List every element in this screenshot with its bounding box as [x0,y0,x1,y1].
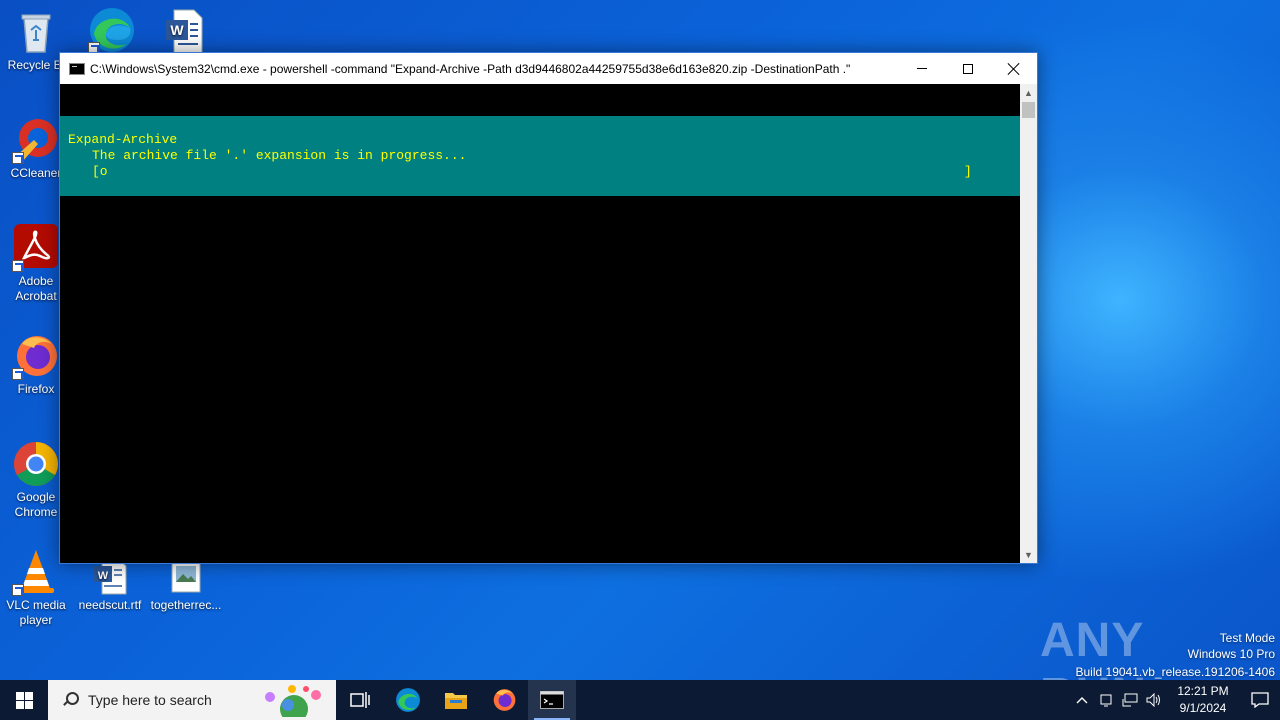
window-titlebar[interactable]: C:\Windows\System32\cmd.exe - powershell… [60,53,1037,84]
desktop-icon-label: togetherrec... [150,598,222,612]
search-icon [62,692,79,708]
search-placeholder: Type here to search [88,692,212,708]
console-output[interactable]: Expand-Archive The archive file '.' expa… [60,84,1020,563]
clock-date: 9/1/2024 [1179,701,1227,715]
tray-device-icon[interactable] [1094,680,1118,720]
windows-edition-label: Windows 10 Pro [1187,647,1275,661]
desktop-icon-needscut-rtf[interactable]: W needscut.rtf [74,558,146,613]
taskbar-file-explorer[interactable] [432,680,480,720]
notification-icon [1251,692,1269,708]
task-view-icon [350,692,370,708]
folder-icon [445,693,467,709]
desktop-icon-togetherrec[interactable]: togetherrec... [150,558,222,613]
console-window[interactable]: C:\Windows\System32\cmd.exe - powershell… [59,52,1038,564]
word-document-icon: W [160,8,208,56]
progress-title: Expand-Archive [68,132,178,147]
maximize-icon [963,63,973,74]
maximize-button[interactable] [945,53,991,84]
firefox-icon [493,689,516,711]
console-app-icon [69,62,85,75]
ccleaner-icon [12,116,60,164]
desktop-icon-edge[interactable] [76,6,148,56]
desktop-icon-label: needscut.rtf [78,598,142,612]
start-button[interactable] [0,680,48,720]
search-highlight-icon [265,685,321,717]
system-tray: 12:21 PM 9/1/2024 [1070,680,1280,720]
window-title: C:\Windows\System32\cmd.exe - powershell… [90,61,851,76]
progress-bar-end: ] [964,164,972,179]
taskbar-clock[interactable]: 12:21 PM 9/1/2024 [1166,683,1240,717]
shortcut-arrow-icon [12,368,24,380]
taskbar-firefox[interactable] [480,680,528,720]
taskbar: Type here to search 12:21 PM 9/1/2024 [0,680,1280,720]
clock-time: 12:21 PM [1177,684,1229,698]
network-icon[interactable] [1118,680,1142,720]
vlc-cone-icon [12,548,60,596]
progress-bar-start: [o [92,164,108,179]
close-button[interactable] [991,53,1037,84]
taskbar-task-view[interactable] [336,680,384,720]
tray-overflow-chevron-icon[interactable] [1070,680,1094,720]
shortcut-arrow-icon [12,152,24,164]
build-label: Build 19041.vb_release.191206-1406 [1075,665,1276,679]
minimize-icon [917,68,927,69]
test-mode-label: Test Mode [1219,631,1275,645]
scrollbar-thumb[interactable] [1022,102,1035,118]
edge-icon [396,688,420,712]
shortcut-arrow-icon [12,260,24,272]
shortcut-arrow-icon [12,584,24,596]
vertical-scrollbar[interactable]: ▲ ▼ [1020,84,1037,563]
adobe-acrobat-icon [12,224,60,272]
svg-text:W: W [98,570,109,582]
svg-text:W: W [170,22,184,38]
taskbar-command-prompt[interactable] [528,680,576,720]
recycle-bin-icon [12,8,60,56]
close-icon [1008,63,1020,75]
console-icon [540,691,564,709]
progress-panel: Expand-Archive The archive file '.' expa… [60,116,1020,196]
minimize-button[interactable] [899,53,945,84]
desktop-icon-word-doc[interactable]: W [148,8,220,58]
taskbar-search-box[interactable]: Type here to search [48,680,336,720]
taskbar-edge[interactable] [384,680,432,720]
windows-logo-icon [15,691,33,709]
scroll-down-arrow-icon[interactable]: ▼ [1020,546,1037,563]
chrome-icon [12,440,60,488]
edge-icon [88,6,136,54]
notification-center-button[interactable] [1240,680,1280,720]
desktop-icon-label: VLC media player [6,598,66,627]
volume-icon[interactable] [1142,680,1166,720]
scroll-up-arrow-icon[interactable]: ▲ [1020,84,1037,101]
progress-status: The archive file '.' expansion is in pro… [92,148,467,163]
firefox-icon [12,332,60,380]
